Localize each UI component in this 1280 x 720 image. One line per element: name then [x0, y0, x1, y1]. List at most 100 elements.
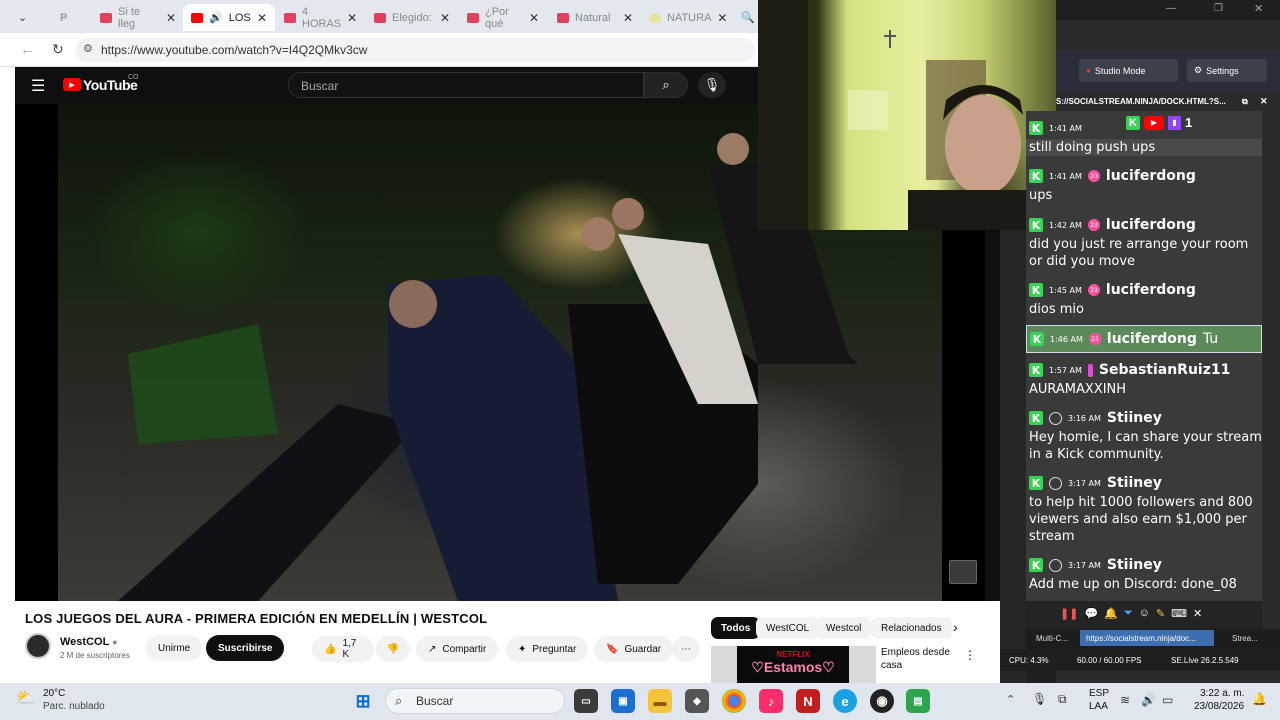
notifications-icon[interactable]: 🔔 [1252, 692, 1267, 706]
tab-5[interactable]: ¿Por qué ✕ [459, 4, 547, 31]
close-icon[interactable]: ✕ [166, 11, 176, 25]
chat-message-highlighted[interactable]: K 1:46 AM 23 luciferdong Tu [1026, 325, 1262, 353]
close-icon[interactable]: ✕ [257, 11, 267, 25]
youtube-favicon-icon [557, 12, 569, 23]
menu-icon[interactable]: ☰ [31, 76, 45, 96]
voice-search-button[interactable]: 🎙 [698, 72, 726, 98]
tab-0[interactable]: P [52, 4, 88, 31]
language-code[interactable]: ESP [1089, 688, 1109, 699]
url-field[interactable]: ⚙ https://www.youtube.com/watch?v=I4Q2QM… [75, 38, 755, 62]
ask-button[interactable]: ✦ Preguntar [506, 636, 589, 662]
like-button[interactable]: 👍 1,7 K [312, 636, 374, 662]
tiktok-icon[interactable]: ♪ [759, 689, 783, 713]
tab-socialstream-dock[interactable]: https://socialstream.ninja/doc... [1080, 630, 1214, 646]
chip-westcol-2[interactable]: Westcol [816, 617, 872, 639]
youtube-logo-icon[interactable]: ▶ [63, 78, 81, 91]
volume-icon[interactable]: 🔊 [1141, 693, 1156, 707]
stream-app-icon[interactable]: ▤ [906, 689, 930, 713]
windows-start-icon[interactable]: ⊞ [351, 689, 375, 713]
recommended-thumbnail[interactable]: NETFLIX ♡Estamos♡ [711, 646, 876, 683]
chevron-up-icon[interactable]: ⌃ [1006, 693, 1015, 706]
tab-7[interactable]: NATURA ✕ [641, 4, 733, 31]
antivirus-icon[interactable]: N [796, 689, 820, 713]
fps-readout: 60.00 / 60.00 FPS [1077, 656, 1142, 665]
more-actions-button[interactable]: ⋯ [672, 636, 700, 662]
back-icon[interactable]: ← [20, 41, 35, 58]
keyboard-icon[interactable]: ⌨ [1171, 607, 1187, 620]
emoji-icon[interactable]: ☺ [1139, 607, 1150, 620]
search-icon: 🔍 [741, 12, 755, 24]
tab-multichat[interactable]: Multi-C... [1030, 630, 1074, 646]
search-icon: ⌕ [662, 77, 670, 92]
chat-bubble-icon[interactable]: 💬 [1084, 607, 1098, 620]
chevron-right-icon[interactable]: › [953, 619, 958, 635]
minimize-icon[interactable]: — [1166, 3, 1176, 14]
weather-temp[interactable]: 20°C [43, 688, 65, 699]
recommended-title[interactable]: Empleos desde casa [881, 646, 966, 672]
chevron-down-icon: ⌄ [18, 12, 28, 24]
store-icon[interactable]: ▣ [611, 689, 635, 713]
tab-6[interactable]: Natural ✕ [549, 4, 641, 31]
close-icon[interactable]: ✕ [440, 11, 450, 25]
display-icon[interactable]: ⧉ [1058, 692, 1067, 707]
close-icon[interactable]: ✕ [1260, 96, 1268, 107]
kick-icon: K [1029, 411, 1043, 425]
filter-icon[interactable]: ⏷ [1124, 607, 1133, 620]
taskbar-search-input[interactable]: ⌕ Buscar [385, 688, 565, 714]
keyboard-layout[interactable]: LAA [1089, 701, 1108, 712]
wifi-icon[interactable]: ≋ [1120, 693, 1130, 707]
edge-icon[interactable]: e [833, 689, 857, 713]
undock-icon[interactable]: ⧉ [1242, 97, 1248, 107]
subscriber-badge-icon: 23 [1087, 284, 1100, 296]
close-icon[interactable]: ✕ [347, 11, 357, 25]
battery-icon[interactable]: ▭ [1162, 693, 1173, 707]
record-dot-icon: ● [1086, 66, 1091, 75]
chat-username: Stiiney [1106, 557, 1162, 573]
tab-4[interactable]: Elegido: ✕ [366, 4, 458, 31]
folder-icon[interactable]: ▬ [648, 689, 672, 713]
join-button[interactable]: Unirme [146, 635, 203, 661]
close-icon[interactable]: ✕ [623, 11, 633, 25]
tab-1[interactable]: Si te lleg ✕ [92, 4, 184, 31]
close-icon[interactable]: ✕ [1254, 2, 1263, 15]
thumbs-down-icon: 👎 [386, 643, 400, 655]
tab-stream[interactable]: Strea... [1226, 630, 1264, 646]
tab-list-button[interactable]: ⌄ [14, 4, 42, 31]
close-icon[interactable]: ✕ [529, 11, 539, 25]
bell-icon[interactable]: 🔔 [1104, 607, 1118, 620]
more-vertical-icon[interactable]: ⋮ [964, 648, 976, 662]
chrome-icon[interactable] [722, 689, 746, 713]
restore-icon[interactable]: ❐ [1214, 3, 1223, 14]
tab-search[interactable]: 🔍 [733, 4, 757, 31]
close-icon[interactable]: ✕ [717, 11, 727, 25]
tab-2-active[interactable]: 🔊 LOS ✕ [183, 4, 275, 31]
weather-desc[interactable]: Parc. nublado [43, 701, 105, 712]
search-input[interactable]: Buscar [288, 72, 644, 98]
channel-name[interactable]: WestCOL ● [60, 636, 118, 648]
microphone-icon[interactable]: 🎙 [1032, 692, 1047, 706]
clock-date[interactable]: 23/08/2026 [1194, 701, 1244, 712]
obs-icon[interactable]: ◉ [870, 689, 894, 713]
chip-relacionados[interactable]: Relacionados [871, 617, 952, 639]
task-view-icon[interactable]: ▭ [574, 689, 598, 713]
chip-westcol[interactable]: WestCOL [756, 617, 820, 639]
app-icon[interactable]: ◆ [685, 689, 709, 713]
channel-avatar[interactable] [25, 633, 51, 659]
site-info-icon[interactable]: ⚙ [83, 42, 93, 55]
close-icon[interactable]: ✕ [1193, 607, 1202, 620]
weather-icon[interactable]: ⛅ [16, 688, 36, 708]
clock-time[interactable]: 3:22 a. m. [1200, 688, 1244, 699]
chat-message-text: still doing push ups [1026, 139, 1262, 156]
tab-3[interactable]: 4 HORAS ✕ [276, 4, 364, 31]
dislike-button[interactable]: 👎 [376, 636, 410, 662]
chip-todos[interactable]: Todos [711, 617, 761, 639]
settings-button[interactable]: ⚙ Settings [1187, 59, 1267, 82]
subscribe-button[interactable]: Suscribirse [206, 635, 285, 661]
pause-icon[interactable]: ❚❚ [1060, 607, 1078, 620]
studio-mode-button[interactable]: ● Studio Mode [1079, 59, 1178, 82]
search-button[interactable]: ⌕ [644, 72, 688, 98]
reload-icon[interactable]: ↻ [52, 41, 64, 58]
share-button[interactable]: ↗ Compartir [416, 636, 499, 662]
pen-icon[interactable]: ✎ [1156, 607, 1165, 620]
save-button[interactable]: 🔖 Guardar [594, 636, 674, 662]
